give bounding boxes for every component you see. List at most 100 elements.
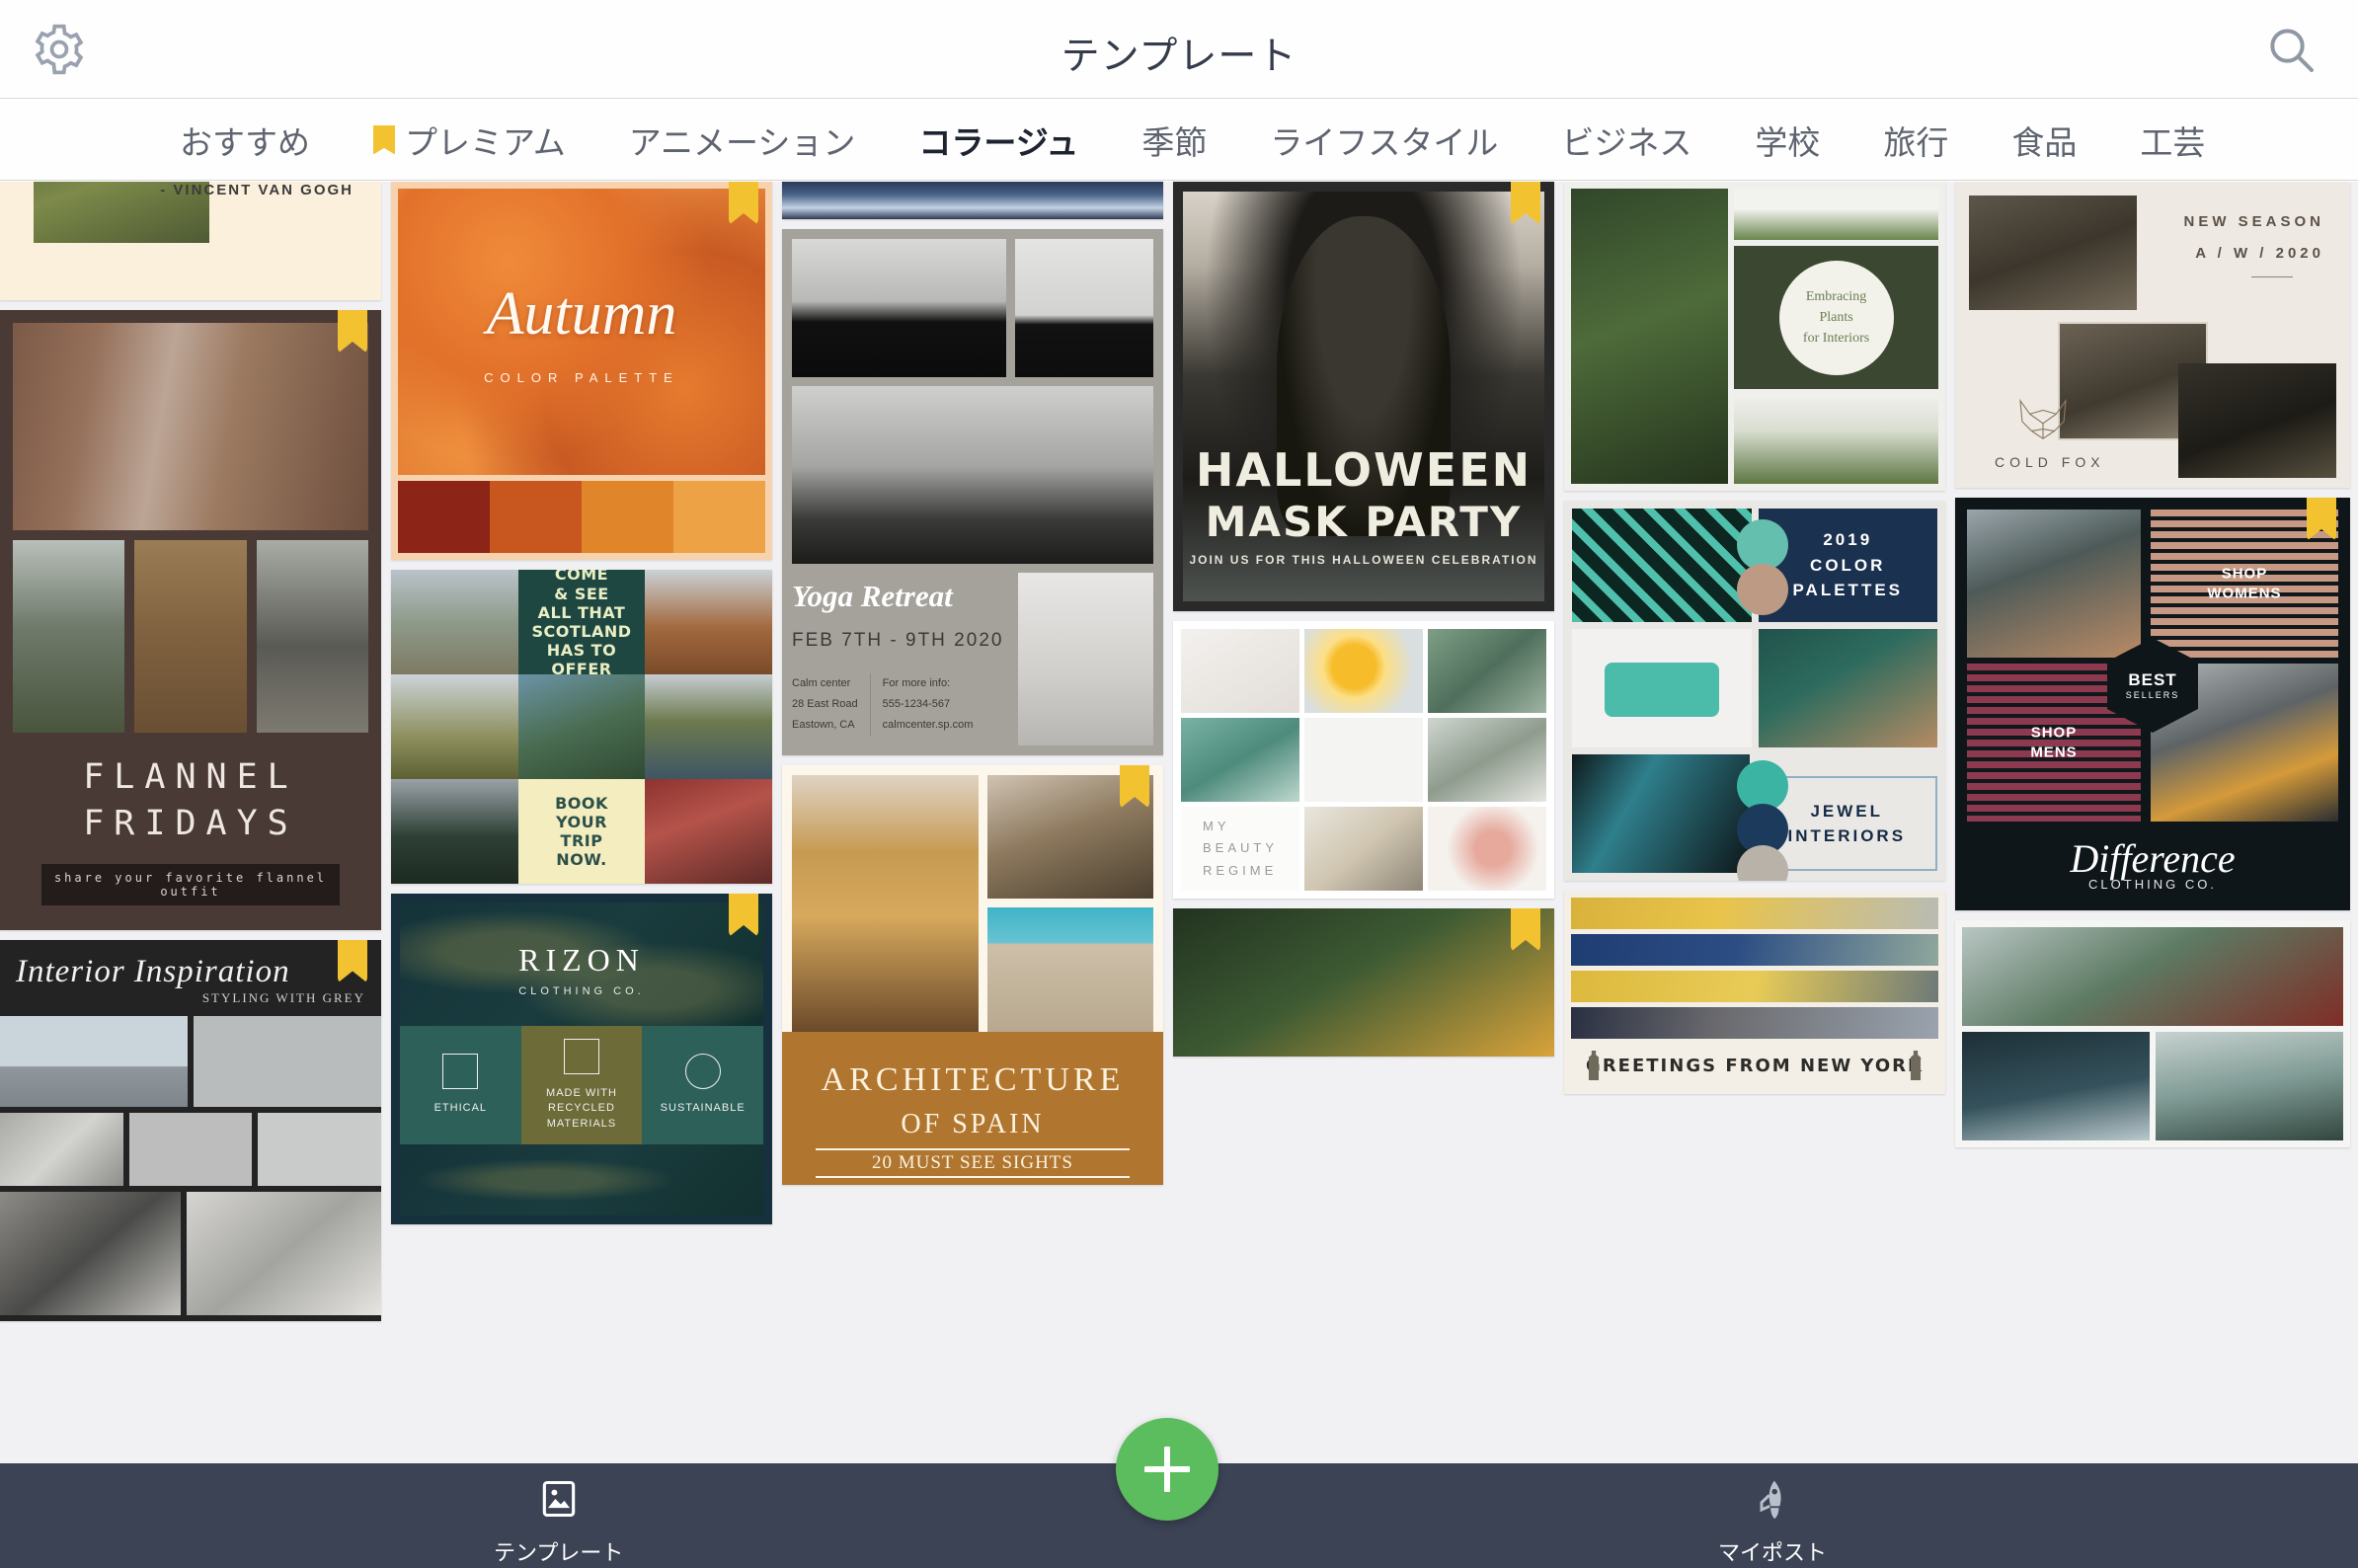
- tab-travel[interactable]: 旅行: [1851, 117, 1980, 164]
- page-title: テンプレート: [1061, 36, 1297, 78]
- scotland-headline: COME & SEE ALL THAT SCOTLAND HAS TO OFFE…: [517, 570, 646, 678]
- beauty-label: MY BEAUTY REGIME: [1202, 819, 1278, 878]
- interior-photo-5: [258, 1112, 381, 1186]
- coldfox-season: NEW SEASON: [2183, 213, 2324, 230]
- color-dot-tan: [1737, 564, 1788, 615]
- template-card-rizon[interactable]: RIZON CLOTHING CO. ETHICAL MADE WITH REC…: [391, 894, 772, 1224]
- beauty-photo-3: [1428, 629, 1546, 713]
- nyc-photo-4: [1571, 1007, 1938, 1039]
- category-tabs: おすすめ プレミアム アニメーション コラージュ 季節 ライフスタイル ビジネス…: [0, 100, 2358, 181]
- tab-osusume[interactable]: おすすめ: [148, 117, 342, 164]
- architecture-caption-block: ARCHITECTURE OF SPAIN 20 MUST SEE SIGHTS: [782, 1032, 1163, 1185]
- tab-label: 季節: [1141, 123, 1208, 161]
- basket-icon: [442, 1054, 479, 1090]
- difference-shop-womens[interactable]: SHOP WOMENS: [2151, 565, 2338, 603]
- difference-sellers: SELLERS: [2125, 690, 2180, 700]
- plus-icon: [1144, 1447, 1190, 1492]
- rizon-feature-2: MADE WITH RECYCLED MATERIALS: [546, 1086, 617, 1130]
- tab-food[interactable]: 食品: [1980, 117, 2108, 164]
- grid-column-4: HALLOWEEN MASK PARTY JOIN US FOR THIS HA…: [1173, 182, 1554, 1066]
- rizon-feature-3: SUSTAINABLE: [660, 1102, 746, 1115]
- template-card-embracing-plants[interactable]: Embracing Plants for Interiors: [1564, 182, 1945, 491]
- halloween-photo: HALLOWEEN MASK PARTY JOIN US FOR THIS HA…: [1183, 192, 1544, 601]
- interior-photo-4: [128, 1112, 253, 1186]
- rizon-footer-texture: [400, 1144, 763, 1215]
- tab-collage[interactable]: コラージュ: [887, 117, 1110, 164]
- flannel-title-line2: FRIDAYS: [83, 804, 298, 844]
- yoga-venue: Calm center 28 East Road Eastown, CA: [792, 673, 871, 736]
- create-button[interactable]: [1116, 1418, 1218, 1521]
- tab-label: コラージュ: [918, 123, 1079, 161]
- interior-photo-6: [0, 1191, 181, 1315]
- template-card-interior-inspiration[interactable]: Interior Inspiration STYLING WITH GREY: [0, 939, 381, 1321]
- autumn-photo: Autumn COLOR PALETTE: [398, 189, 765, 475]
- nav-templates[interactable]: テンプレート: [494, 1477, 623, 1567]
- nyc-caption-row: GREETINGS FROM NEW YORK: [1571, 1044, 1938, 1087]
- scotland-photo-7: [645, 779, 772, 884]
- template-card-cold-fox[interactable]: NEW SEASON A / W / 2020 COLD FOX: [1955, 182, 2350, 488]
- scotland-photo-4: [517, 674, 646, 779]
- divider: [2251, 276, 2293, 277]
- tab-animation[interactable]: アニメーション: [597, 117, 888, 164]
- search-icon[interactable]: [2263, 22, 2319, 77]
- halloween-line3: JOIN US FOR THIS HALLOWEEN CELEBRATION: [1189, 553, 1538, 567]
- interior-photo-grid: [0, 1015, 381, 1321]
- tab-craft[interactable]: 工芸: [2108, 117, 2237, 164]
- scotland-photo-6: [391, 779, 518, 884]
- yoga-photo-3: [792, 386, 1153, 564]
- autumn-swatches: [398, 481, 765, 553]
- beauty-photo-6: [1428, 718, 1546, 802]
- template-card-jewel-interiors[interactable]: 2019 COLOR PALETTES JEWEL INTERIORS: [1564, 501, 1945, 881]
- beauty-photo-4: [1181, 718, 1299, 802]
- difference-shop-mens[interactable]: SHOP MENS: [1967, 724, 2141, 762]
- template-card-yoga-retreat[interactable]: Yoga Retreat FEB 7TH - 9TH 2020 Calm cen…: [782, 229, 1163, 755]
- plants-title-panel: Embracing Plants for Interiors: [1734, 246, 1938, 389]
- grid-column-5: Embracing Plants for Interiors 2019 COLO…: [1564, 182, 1945, 1104]
- tab-label: 食品: [2011, 123, 2078, 161]
- jewel-photo-window: [1572, 754, 1750, 873]
- tab-school[interactable]: 学校: [1723, 117, 1851, 164]
- template-card-halloween[interactable]: HALLOWEEN MASK PARTY JOIN US FOR THIS HA…: [1173, 182, 1554, 611]
- architecture-photo-3: [986, 907, 1153, 1032]
- sea-photo: [782, 182, 1163, 219]
- template-card-difference-clothing[interactable]: SHOP WOMENS SHOP MENS BEST SELLERS Diffe…: [1955, 498, 2350, 910]
- beauty-photo-9: [1428, 807, 1546, 891]
- template-card-scotland[interactable]: COME & SEE ALL THAT SCOTLAND HAS TO OFFE…: [391, 570, 772, 884]
- grid-column-6: NEW SEASON A / W / 2020 COLD FOX SHOP WO…: [1955, 182, 2350, 1157]
- fox-logo-icon: [2014, 397, 2072, 442]
- grid-column-3: Yoga Retreat FEB 7TH - 9TH 2020 Calm cen…: [782, 182, 1163, 1195]
- tab-premium[interactable]: プレミアム: [342, 117, 597, 164]
- scotland-cta: BOOK YOUR TRIP NOW.: [517, 779, 646, 884]
- template-card-autumn-palette[interactable]: Autumn COLOR PALETTE: [391, 182, 772, 560]
- template-card-partial-sea[interactable]: [782, 182, 1163, 219]
- tab-business[interactable]: ビジネス: [1530, 117, 1723, 164]
- template-card-flannel-fridays[interactable]: FLANNEL FRIDAYS share your favorite flan…: [0, 310, 381, 930]
- template-card-greetings-new-york[interactable]: GREETINGS FROM NEW YORK: [1564, 891, 1945, 1094]
- telephone-graphic: [1604, 662, 1719, 717]
- autumn-subtitle: COLOR PALETTE: [484, 370, 679, 385]
- scotland-photo-5: [645, 674, 772, 779]
- nav-myposts[interactable]: マイポスト: [1718, 1477, 1827, 1567]
- coldfox-season-code: A / W / 2020: [2195, 245, 2324, 262]
- template-card-beauty-regime[interactable]: MY BEAUTY REGIME: [1173, 621, 1554, 899]
- app-header: テンプレート: [0, 0, 2358, 99]
- template-card-partial-monstera[interactable]: [1173, 908, 1554, 1057]
- halloween-line2: MASK PARTY: [1205, 498, 1523, 546]
- template-card-winter[interactable]: [1955, 920, 2350, 1147]
- template-card-architecture-spain[interactable]: ARCHITECTURE OF SPAIN 20 MUST SEE SIGHTS: [782, 765, 1163, 1185]
- plants-photo-left: [1571, 189, 1729, 484]
- rizon-brand-sub: CLOTHING CO.: [518, 985, 645, 997]
- template-card-vangogh[interactable]: - VINCENT VAN GOGH: [0, 182, 381, 300]
- tab-lifestyle[interactable]: ライフスタイル: [1238, 117, 1530, 164]
- tab-label: おすすめ: [180, 123, 310, 161]
- tab-season[interactable]: 季節: [1110, 117, 1238, 164]
- winter-photo-2: [2156, 1032, 2343, 1140]
- flannel-hero-photo: [13, 323, 368, 530]
- template-grid[interactable]: - VINCENT VAN GOGH FLANNEL FRIDAYS share…: [0, 182, 2358, 1463]
- jewel-photo-room: [1758, 629, 1937, 747]
- monstera-photo: [1173, 908, 1554, 1057]
- interior-photo-1: [0, 1015, 188, 1107]
- nyc-photo-1: [1571, 898, 1938, 929]
- yoga-info-block: Yoga Retreat FEB 7TH - 9TH 2020 Calm cen…: [792, 573, 1009, 745]
- rizon-hero: RIZON CLOTHING CO.: [400, 902, 763, 1026]
